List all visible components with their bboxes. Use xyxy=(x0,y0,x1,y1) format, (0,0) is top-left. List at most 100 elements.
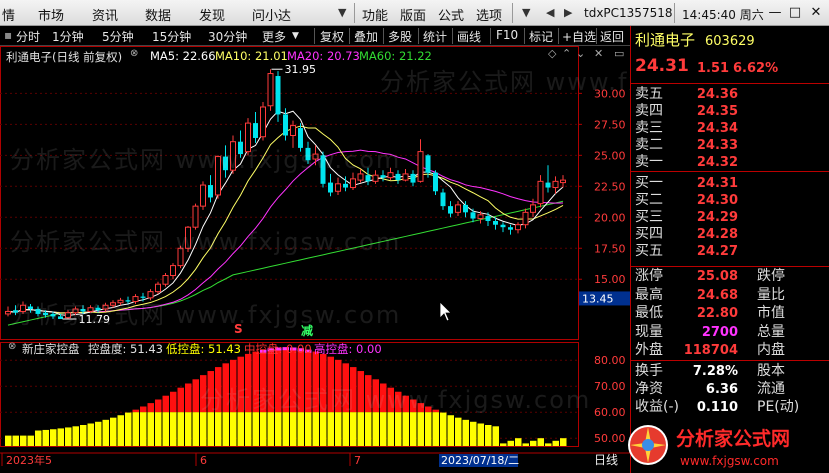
candle-body-up xyxy=(192,205,199,228)
diamond-icon[interactable]: ◇ xyxy=(548,47,556,60)
row-label: 涨停 xyxy=(635,268,663,284)
bid-level[interactable]: 买二 24.30 xyxy=(633,192,828,209)
more-chevron-icon[interactable]: ▼ xyxy=(292,31,299,41)
menu-cut-item[interactable]: 情 xyxy=(2,5,15,24)
bid-level[interactable]: 买三 24.29 xyxy=(633,209,828,226)
last-price: 24.31 xyxy=(635,56,689,76)
chart-toolbar: ▪ 分时 1分钟 5分钟 15分钟 30分钟 更多 ▼ 复权 叠加 多股 统计 … xyxy=(0,26,630,46)
stat-row[interactable]: 换手 7.28% 股本 xyxy=(633,363,828,380)
chevron-left-icon[interactable]: ◀ xyxy=(546,6,554,19)
bid-level[interactable]: 买一 24.31 xyxy=(633,175,828,192)
action-add-watchlist[interactable]: +自选 xyxy=(562,28,596,45)
bid-level[interactable]: 买四 24.28 xyxy=(633,226,828,243)
close-icon[interactable]: ✕ xyxy=(594,47,603,60)
candle-body-down xyxy=(13,310,18,313)
action-draw-line[interactable]: 画线 xyxy=(457,28,481,45)
minimize-icon[interactable]: — xyxy=(765,3,785,23)
period-tab-timeshare[interactable]: 分时 xyxy=(16,28,40,45)
candle-body-down xyxy=(80,308,86,312)
action-back[interactable]: 返回 xyxy=(600,28,624,45)
price-tick-label: 15.00 xyxy=(594,273,626,286)
action-fuquan[interactable]: 复权 xyxy=(320,28,344,45)
period-tab-15min[interactable]: 15分钟 xyxy=(152,28,191,45)
action-multi-stock[interactable]: 多股 xyxy=(388,28,412,45)
menu-formula[interactable]: 公式 xyxy=(438,5,464,24)
action-f10[interactable]: F10 xyxy=(496,28,518,42)
control-bar-low xyxy=(530,440,537,446)
control-bar-low xyxy=(192,412,199,446)
chevron-down-icon[interactable]: ⌄ xyxy=(576,47,585,60)
period-tab-5min[interactable]: 5分钟 xyxy=(102,28,134,45)
stat-row[interactable]: 最高 24.68 量比 xyxy=(633,287,828,304)
menu-news[interactable]: 资讯 xyxy=(92,5,118,24)
candle-body-down xyxy=(223,156,228,171)
action-overlay[interactable]: 叠加 xyxy=(354,28,378,45)
maximize-icon[interactable]: □ xyxy=(785,3,805,23)
bid-level[interactable]: 买五 24.27 xyxy=(633,243,828,260)
control-bar-low xyxy=(440,412,447,446)
action-statistics[interactable]: 统计 xyxy=(423,28,447,45)
chevron-right-icon[interactable]: ▶ xyxy=(564,6,572,19)
control-bar-low xyxy=(357,412,364,446)
row-label: 最高 xyxy=(635,286,663,303)
stat-row[interactable]: 最低 22.80 市值 xyxy=(633,305,828,322)
ask-level[interactable]: 卖三 24.34 xyxy=(633,120,828,137)
expand-icon[interactable]: ▭ xyxy=(614,47,624,60)
action-mark[interactable]: 标记 xyxy=(529,28,553,45)
candle-body-down xyxy=(320,155,326,184)
candle-body-up xyxy=(260,106,266,138)
menu-data[interactable]: 数据 xyxy=(145,5,171,24)
stock-name: 利通电子 xyxy=(635,31,696,49)
ask-level[interactable]: 卖一 24.32 xyxy=(633,154,828,171)
candle-body-up xyxy=(200,184,206,207)
stat-row[interactable]: 外盘 118704 内盘 xyxy=(633,342,828,359)
control-bar-low xyxy=(222,412,229,446)
candle-body-up xyxy=(245,122,251,153)
menu-market[interactable]: 市场 xyxy=(38,5,64,24)
period-tab-30min[interactable]: 30分钟 xyxy=(208,28,247,45)
menu-more-chevron-icon[interactable]: ▼ xyxy=(338,6,346,19)
stat-row[interactable]: 净资 6.36 流通 xyxy=(633,381,828,398)
control-degree-label: 控盘度: 51.43 xyxy=(88,342,163,356)
quote-panel: 利通电子 603629 24.31 1.51 6.62% 卖五 24.36 卖四 24… xyxy=(630,26,829,473)
toggle-icon[interactable]: ⊗ xyxy=(8,341,16,352)
time-label: 2023年5 xyxy=(6,453,52,467)
menu-options[interactable]: 选项 xyxy=(476,5,502,24)
menu-layout[interactable]: 版面 xyxy=(400,5,426,24)
close-icon[interactable]: ✕ xyxy=(806,3,826,23)
control-bar-low xyxy=(155,412,162,446)
row-label: 现量 xyxy=(635,323,663,340)
ask-level[interactable]: 卖五 24.36 xyxy=(633,86,828,103)
toolbar-divider xyxy=(596,28,597,44)
candle-body-up xyxy=(372,174,379,182)
price-change: 1.51 xyxy=(697,61,730,76)
control-bar-low xyxy=(50,429,57,446)
candle-body-up xyxy=(290,125,296,137)
ask-level[interactable]: 卖四 24.35 xyxy=(633,103,828,120)
menu-discover[interactable]: 发现 xyxy=(199,5,225,24)
row-value: 24.34 xyxy=(696,121,738,136)
stat-row[interactable]: 收益(-) 0.110 PE(动) xyxy=(633,399,828,416)
dropdown-chevron-icon[interactable]: ▼ xyxy=(522,6,530,19)
divider xyxy=(631,360,829,361)
stat-row[interactable]: 涨停 25.08 跌停 xyxy=(633,268,828,285)
time-label: 7 xyxy=(354,454,361,467)
chevron-up-icon[interactable]: ⌃ xyxy=(562,47,571,60)
ask-level[interactable]: 卖二 24.33 xyxy=(633,137,828,154)
control-bar-low xyxy=(477,423,484,446)
mouse-cursor-icon xyxy=(439,301,452,322)
period-tab-more[interactable]: 更多 xyxy=(262,28,286,45)
toggle-icon[interactable]: ▪ xyxy=(4,28,12,42)
row-label: 卖四 xyxy=(635,103,663,119)
menu-function[interactable]: 功能 xyxy=(362,5,388,24)
dropdown-chevron-icon[interactable]: ⊗ xyxy=(130,48,138,59)
stat-row[interactable]: 现量 2700 总量 xyxy=(633,324,828,341)
candlestick-chart[interactable]: 30.00 27.50 25.00 22.50 20.00 17.50 15.00 13.45… xyxy=(0,46,630,473)
candle-body-down xyxy=(440,192,446,207)
menu-ask-xiaoda[interactable]: 问小达 xyxy=(252,5,291,24)
time-label: 6 xyxy=(200,454,207,467)
candle-body-up xyxy=(537,180,544,205)
period-tab-1min[interactable]: 1分钟 xyxy=(52,28,84,45)
stock-code: 603629 xyxy=(705,34,755,49)
toolbar-divider xyxy=(314,28,315,44)
